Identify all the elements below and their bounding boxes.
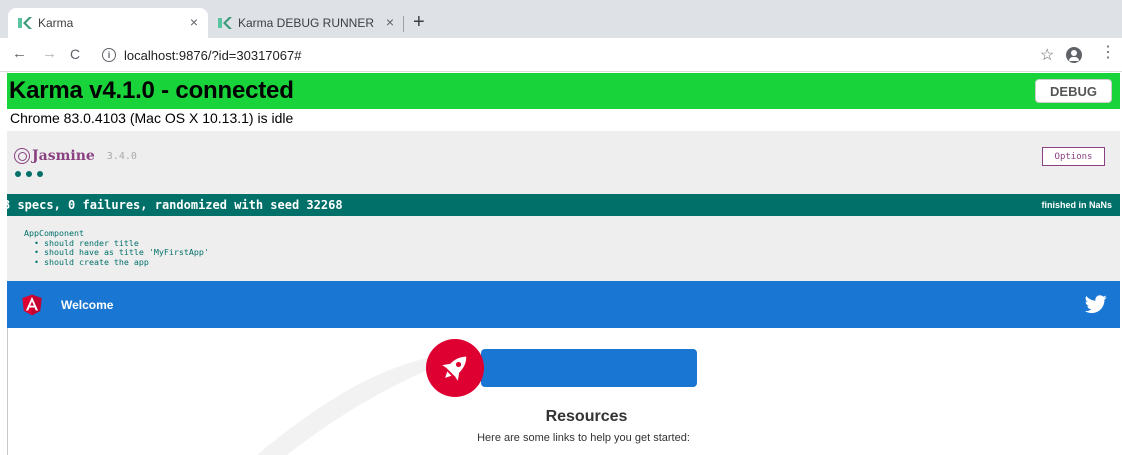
- jasmine-version: 3.4.0: [106, 150, 137, 162]
- spec-link[interactable]: should create the app: [34, 257, 209, 268]
- jasmine-logo-icon: [14, 148, 30, 164]
- tab-close-icon[interactable]: ×: [386, 14, 394, 30]
- bookmark-star-icon[interactable]: ☆: [1040, 45, 1054, 65]
- address-bar[interactable]: i localhost:9876/?id=30317067#: [102, 42, 1020, 68]
- tab-karma[interactable]: Karma ×: [8, 8, 208, 38]
- app-content: Resources Here are some links to help yo…: [7, 328, 1120, 455]
- highlight-card[interactable]: [481, 349, 697, 387]
- options-button[interactable]: Options: [1042, 147, 1105, 166]
- profile-avatar-icon[interactable]: [1066, 47, 1082, 63]
- new-tab-button[interactable]: +: [413, 12, 425, 32]
- toolbar-welcome-text: Welcome: [61, 298, 114, 312]
- jasmine-header: Jasmine 3.4.0: [14, 148, 137, 164]
- passed-spec-dot[interactable]: [15, 171, 21, 177]
- duration-text: finished in NaNs: [1041, 200, 1112, 210]
- browser-menu-icon[interactable]: ⋮: [1100, 44, 1116, 62]
- tab-divider: [403, 16, 404, 32]
- rocket-icon: [442, 356, 467, 381]
- debug-button[interactable]: DEBUG: [1035, 79, 1112, 103]
- rocket-badge: [426, 339, 484, 397]
- resources-heading: Resources: [545, 408, 628, 425]
- passed-spec-dot[interactable]: [26, 171, 32, 177]
- url-text[interactable]: localhost:9876/?id=30317067#: [124, 48, 301, 63]
- browser-toolbar: ← → C i localhost:9876/?id=30317067# ☆ ⋮: [0, 38, 1122, 72]
- browser-status-text: Chrome 83.0.4103 (Mac OS X 10.13.1) is i…: [10, 110, 294, 126]
- tab-title: Karma DEBUG RUNNER: [238, 16, 375, 30]
- frame-border: [7, 328, 8, 455]
- back-arrow-icon[interactable]: ←: [12, 45, 27, 63]
- results-summary-bar: 3 specs, 0 failures, randomized with see…: [3, 194, 1120, 216]
- tab-title: Karma: [38, 16, 74, 30]
- jasmine-reporter: Jasmine 3.4.0 Options 3 specs, 0 failure…: [3, 131, 1120, 287]
- app-toolbar: Welcome: [7, 281, 1120, 328]
- browser-tab-strip: Karma × Karma DEBUG RUNNER × +: [0, 0, 1122, 38]
- karma-favicon-icon: [218, 17, 232, 29]
- spec-status-dots: [15, 171, 43, 177]
- karma-banner: Karma v4.1.0 - connected DEBUG: [7, 73, 1120, 109]
- forward-arrow-icon[interactable]: →: [42, 45, 57, 63]
- suite-results: AppComponent should render title should …: [24, 228, 209, 268]
- tab-karma-debug-runner[interactable]: Karma DEBUG RUNNER ×: [208, 8, 404, 38]
- results-summary[interactable]: 3 specs, 0 failures, randomized with see…: [3, 198, 343, 212]
- jasmine-name: Jasmine: [32, 148, 95, 164]
- tab-close-icon[interactable]: ×: [190, 14, 198, 30]
- spec-list: should render title should have as title…: [34, 238, 209, 268]
- twitter-icon[interactable]: [1084, 293, 1108, 315]
- site-info-icon[interactable]: i: [102, 48, 116, 62]
- passed-spec-dot[interactable]: [37, 171, 43, 177]
- resources-subtitle: Here are some links to help you get star…: [477, 432, 690, 444]
- reload-icon[interactable]: C: [70, 45, 80, 63]
- karma-favicon-icon: [18, 17, 32, 29]
- karma-title: Karma v4.1.0 - connected: [9, 77, 294, 104]
- angular-logo-icon: [22, 294, 42, 316]
